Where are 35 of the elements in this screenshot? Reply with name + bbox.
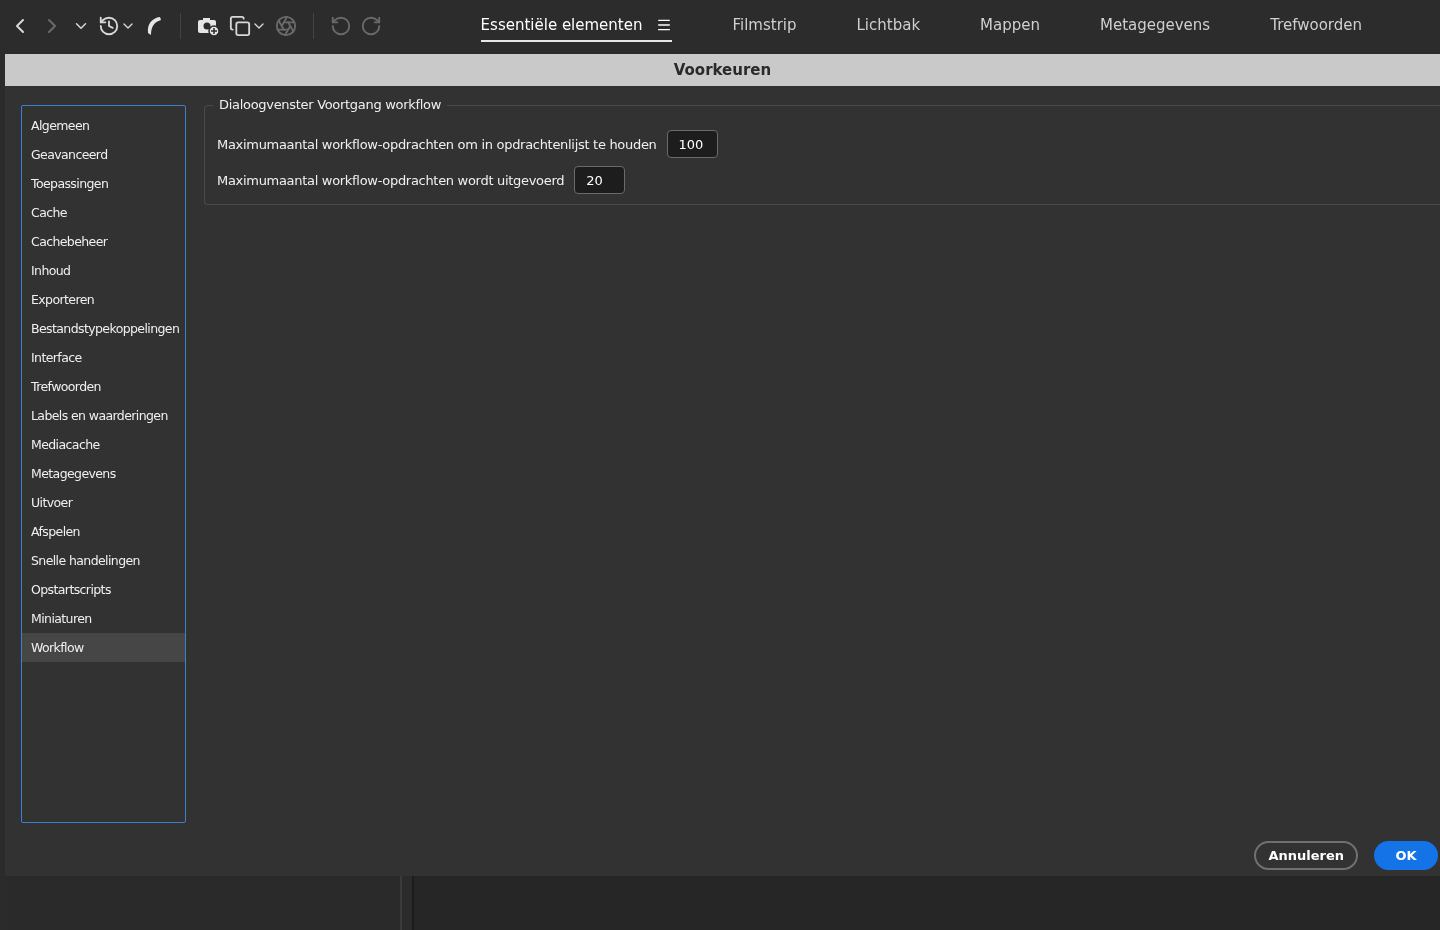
field-label: Maximumaantal workflow-opdrachten om in opdrachtenlijst te houden	[217, 136, 657, 152]
category-item[interactable]: Bestandstypekoppelingen	[22, 314, 185, 343]
workspace-tab[interactable]: Metagegevens	[1100, 10, 1211, 42]
category-item[interactable]: Exporteren	[22, 285, 185, 314]
number-field[interactable]: 100	[666, 130, 718, 158]
category-item[interactable]: Metagegevens	[22, 459, 185, 488]
category-item[interactable]: Cache	[22, 198, 185, 227]
workspace-tab[interactable]: Mappen	[980, 10, 1040, 42]
category-item[interactable]: Toepassingen	[22, 169, 185, 198]
category-item[interactable]: Miniaturen	[22, 604, 185, 633]
category-item[interactable]: Algemeen	[22, 111, 185, 140]
category-item[interactable]: Inhoud	[22, 256, 185, 285]
category-item[interactable]: Cachebeheer	[22, 227, 185, 256]
category-item[interactable]: Geavanceerd	[22, 140, 185, 169]
cancel-button[interactable]: Annuleren	[1254, 840, 1358, 870]
category-item[interactable]: Interface	[22, 343, 185, 372]
category-item[interactable]: Mediacache	[22, 430, 185, 459]
group-title: Dialoogvenster Voortgang workflow	[213, 97, 448, 112]
number-field[interactable]: 20	[574, 166, 626, 194]
category-item[interactable]: Afspelen	[22, 517, 185, 546]
workspace-tab[interactable]: Essentiële elementen	[480, 10, 673, 42]
category-item[interactable]: Uitvoer	[22, 488, 185, 517]
workspace-tab[interactable]: Filmstrip	[732, 10, 797, 42]
category-item[interactable]: Trefwoorden	[22, 372, 185, 401]
category-item[interactable]: Labels en waarderingen	[22, 401, 185, 430]
dialog-title: Voorkeuren	[673, 61, 772, 79]
aperture-icon[interactable]	[273, 13, 299, 39]
workspace-tab[interactable]: Lichtbak	[856, 10, 921, 42]
category-item[interactable]: Workflow	[22, 633, 185, 662]
ok-button[interactable]: OK	[1374, 840, 1438, 870]
menu-icon[interactable]	[656, 17, 673, 33]
category-item[interactable]: Opstartscripts	[22, 575, 185, 604]
category-item[interactable]: Snelle handelingen	[22, 546, 185, 575]
field-label: Maximumaantal workflow-opdrachten wordt uitgevoerd	[217, 172, 565, 188]
workspace-tab[interactable]: Trefwoorden	[1270, 10, 1362, 42]
